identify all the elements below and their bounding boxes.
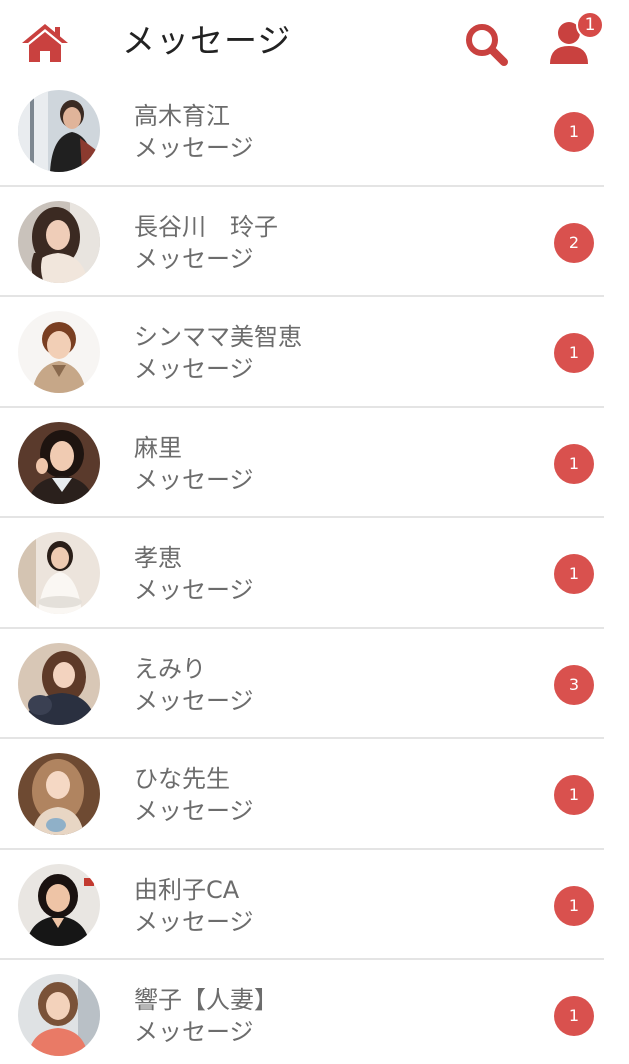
unread-badge: 1 [554,443,594,484]
conversation-row[interactable]: 由利子CA メッセージ 1 [0,850,629,961]
contact-name: シンママ美智恵 [134,323,302,351]
contact-name: 麻里 [134,433,182,462]
contact-name: 由利子CA [134,875,240,904]
conversation-row[interactable]: ひな先生 メッセージ 1 [0,739,629,850]
search-icon [466,24,508,66]
message-preview: メッセージ [134,1018,254,1046]
home-button[interactable] [20,22,70,64]
avatar [18,311,100,393]
message-preview: メッセージ [134,134,254,162]
unread-badge: 1 [554,996,594,1036]
unread-badge: 1 [554,112,594,152]
conversation-row[interactable]: 麻里 メッセージ 1 [0,408,629,519]
conversation-row[interactable]: 響子【人妻】 メッセージ 1 [0,960,629,1064]
conversation-row[interactable]: 長谷川 玲子 メッセージ 2 [0,187,629,298]
message-preview: メッセージ [134,465,254,494]
contact-name: 長谷川 玲子 [134,212,278,241]
message-preview: メッセージ [134,576,254,604]
search-button[interactable] [464,22,510,66]
messages-screen: メッセージ 1 高木育江 メッセージ 1 長谷川 玲子 メッセージ 2 シンママ… [0,0,629,1064]
unread-badge: 1 [554,333,594,373]
message-preview: メッセージ [134,355,254,383]
header: メッセージ 1 [0,0,629,82]
conversation-list: 高木育江 メッセージ 1 長谷川 玲子 メッセージ 2 シンママ美智恵 メッセー… [0,76,629,1064]
contact-name: 孝恵 [134,544,182,572]
avatar [18,863,100,946]
unread-badge: 1 [554,554,594,594]
message-preview: メッセージ [134,907,254,936]
notification-badge: 1 [576,11,604,39]
unread-badge: 1 [554,775,594,815]
message-preview: メッセージ [134,797,254,825]
message-preview: メッセージ [134,686,254,715]
avatar [18,642,100,725]
conversation-row[interactable]: 高木育江 メッセージ 1 [0,76,629,187]
unread-badge: 1 [554,885,594,926]
home-icon [22,24,68,62]
unread-badge: 2 [554,222,594,263]
avatar [18,753,100,835]
page-title: メッセージ [122,21,292,60]
avatar [18,532,100,614]
unread-badge: 3 [554,664,594,705]
contact-name: 響子【人妻】 [134,986,278,1014]
conversation-row[interactable]: えみり メッセージ 3 [0,629,629,740]
avatar [18,90,100,172]
message-preview: メッセージ [134,244,254,273]
avatar [18,974,100,1056]
conversation-row[interactable]: シンママ美智恵 メッセージ 1 [0,297,629,408]
avatar [18,421,100,504]
contact-name: えみり [134,654,206,683]
conversation-row[interactable]: 孝恵 メッセージ 1 [0,518,629,629]
contact-name: 高木育江 [134,102,230,130]
contact-name: ひな先生 [134,765,230,793]
avatar [18,200,100,283]
